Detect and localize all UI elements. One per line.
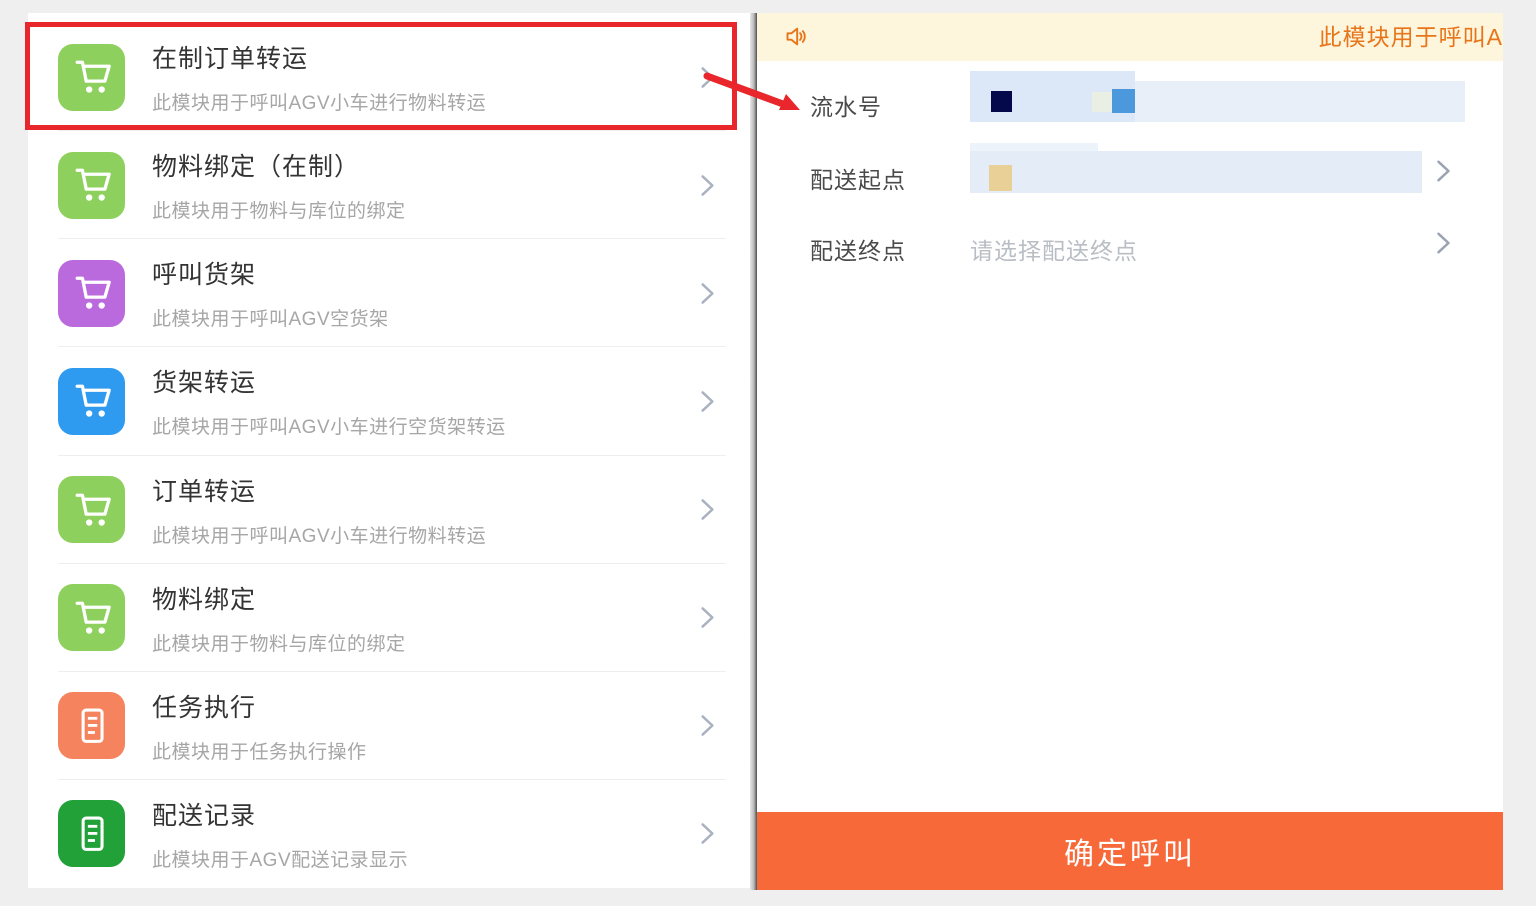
cart-icon: [66, 592, 118, 644]
list-item[interactable]: 物料绑定 此模块用于物料与库位的绑定: [28, 564, 752, 672]
module-title: 配送记录: [152, 796, 699, 832]
module-subtitle: 此模块用于物料与库位的绑定: [152, 629, 699, 656]
list-item[interactable]: 货架转运 此模块用于呼叫AGV小车进行空货架转运: [28, 347, 752, 455]
module-texts: 物料绑定（在制） 此模块用于物料与库位的绑定: [152, 147, 699, 223]
module-texts: 订单转运 此模块用于呼叫AGV小车进行物料转运: [152, 472, 699, 548]
cart-icon: [66, 51, 118, 103]
module-icon: [58, 152, 125, 219]
module-subtitle: 此模块用于呼叫AGV小车进行物料转运: [152, 88, 699, 115]
call-form-panel: 此模块用于呼叫A 流水号 配送起点 配送终点 请选择配送终点 确定呼叫: [757, 13, 1503, 890]
cart-icon: [66, 484, 118, 536]
list-item[interactable]: 任务执行 此模块用于任务执行操作: [28, 672, 752, 780]
notice-bar: 此模块用于呼叫A: [757, 13, 1503, 61]
module-title: 货架转运: [152, 363, 699, 399]
chevron-right-icon[interactable]: [699, 65, 716, 90]
module-list: 在制订单转运 此模块用于呼叫AGV小车进行物料转运 物料绑定（在制） 此模块用于…: [28, 13, 752, 888]
list-item[interactable]: 订单转运 此模块用于呼叫AGV小车进行物料转运: [28, 456, 752, 564]
module-texts: 呼叫货架 此模块用于呼叫AGV空货架: [152, 255, 699, 331]
cart-icon: [66, 267, 118, 319]
chevron-right-icon[interactable]: [699, 821, 716, 846]
chevron-right-icon[interactable]: [699, 281, 716, 306]
redacted-block: [1112, 89, 1135, 113]
module-subtitle: 此模块用于呼叫AGV小车进行空货架转运: [152, 412, 699, 439]
module-icon: [58, 584, 125, 651]
list-item[interactable]: 在制订单转运 此模块用于呼叫AGV小车进行物料转运: [28, 23, 752, 131]
panel-divider: [750, 13, 757, 890]
origin-chevron-right-icon[interactable]: [1435, 158, 1452, 184]
module-icon: [58, 260, 125, 327]
redacted-block: [1092, 92, 1112, 112]
list-item[interactable]: 呼叫货架 此模块用于呼叫AGV空货架: [28, 239, 752, 347]
module-icon: [58, 44, 125, 111]
chevron-right-icon[interactable]: [699, 173, 716, 198]
delivery-origin-field[interactable]: [970, 151, 1422, 193]
module-icon: [58, 476, 125, 543]
redacted-block: [989, 165, 1012, 191]
module-texts: 配送记录 此模块用于AGV配送记录显示: [152, 796, 699, 872]
module-title: 在制订单转运: [152, 39, 699, 75]
module-title: 物料绑定: [152, 580, 699, 616]
delivery-destination-placeholder[interactable]: 请选择配送终点: [970, 232, 1138, 266]
list-item[interactable]: 配送记录 此模块用于AGV配送记录显示: [28, 780, 752, 888]
module-title: 任务执行: [152, 688, 699, 724]
module-texts: 货架转运 此模块用于呼叫AGV小车进行空货架转运: [152, 363, 699, 439]
module-subtitle: 此模块用于物料与库位的绑定: [152, 196, 699, 223]
chevron-right-icon[interactable]: [699, 497, 716, 522]
delivery-origin-label: 配送起点: [810, 161, 906, 195]
module-icon: [58, 368, 125, 435]
cart-icon: [66, 159, 118, 211]
delivery-destination-label: 配送终点: [810, 232, 906, 266]
module-subtitle: 此模块用于任务执行操作: [152, 737, 699, 764]
chevron-right-icon[interactable]: [699, 713, 716, 738]
list-item[interactable]: 物料绑定（在制） 此模块用于物料与库位的绑定: [28, 131, 752, 239]
notice-text: 此模块用于呼叫A: [1319, 13, 1503, 61]
module-texts: 物料绑定 此模块用于物料与库位的绑定: [152, 580, 699, 656]
cart-icon: [66, 375, 118, 427]
module-title: 物料绑定（在制）: [152, 147, 699, 183]
module-title: 订单转运: [152, 472, 699, 508]
speaker-icon: [783, 23, 810, 50]
chevron-right-icon[interactable]: [699, 389, 716, 414]
module-title: 呼叫货架: [152, 255, 699, 291]
serial-number-field-extension[interactable]: [1135, 81, 1465, 122]
module-subtitle: 此模块用于呼叫AGV小车进行物料转运: [152, 521, 699, 548]
redacted-block: [991, 91, 1012, 112]
module-texts: 在制订单转运 此模块用于呼叫AGV小车进行物料转运: [152, 39, 699, 115]
confirm-call-button[interactable]: 确定呼叫: [757, 812, 1503, 890]
module-subtitle: 此模块用于AGV配送记录显示: [152, 845, 699, 872]
document-icon: [66, 700, 118, 752]
destination-chevron-right-icon[interactable]: [1435, 230, 1452, 256]
serial-number-label: 流水号: [810, 88, 882, 122]
module-subtitle: 此模块用于呼叫AGV空货架: [152, 304, 699, 331]
chevron-right-icon[interactable]: [699, 605, 716, 630]
module-icon: [58, 800, 125, 867]
document-icon: [66, 808, 118, 860]
module-icon: [58, 692, 125, 759]
module-texts: 任务执行 此模块用于任务执行操作: [152, 688, 699, 764]
